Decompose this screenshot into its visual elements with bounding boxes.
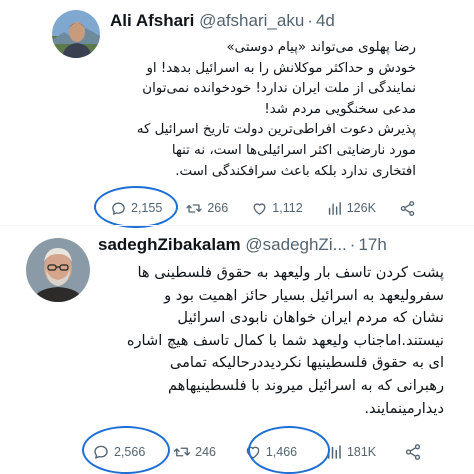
tweet-text-line: خودش و حداکثر موکلانش را به اسرائیل بدهد… — [146, 60, 416, 76]
tweet-text: پشت کردن تاسف بار ولیعهد به حقوق فلسطینی… — [100, 262, 444, 420]
tweet-text-line: مورد نارضایتی اکثر اسرائیلی‌ها است، نه ت… — [171, 142, 416, 158]
retweet-button[interactable]: 266 — [185, 200, 251, 217]
tweet-header: Ali Afshari @afshari_aku · 4d — [110, 10, 335, 32]
tweet-header: sadeghZibakalam @sadeghZi... · 17h — [98, 234, 387, 256]
tweet-text-line: رهبرانی که به اسرائیل میروند با فلسطینیه… — [167, 376, 444, 394]
retweet-icon — [185, 200, 203, 217]
separator: · — [307, 11, 313, 30]
author-handle[interactable]: @sadeghZi... — [245, 235, 346, 254]
like-count: 1,112 — [272, 201, 303, 215]
share-button[interactable] — [404, 443, 422, 461]
views-icon — [326, 200, 343, 217]
tweet-text-line: افتخاری ندارد بلکه باعث سرافکندگی است. — [175, 163, 416, 179]
tweet-text-line: ای به حقوق فلسطینیها نکردیددرحالیکه تمام… — [169, 354, 444, 372]
avatar[interactable] — [52, 10, 100, 58]
views-count: 126K — [346, 201, 376, 215]
like-count: 1,466 — [265, 445, 298, 459]
action-bar: 2,566 246 1,466 181K — [92, 440, 422, 464]
action-bar: 2,155 266 1,112 126K — [110, 196, 416, 220]
tweet[interactable]: sadeghZibakalam @sadeghZi... · 17h پشت کرد… — [0, 226, 474, 474]
reply-button[interactable]: 2,155 — [110, 200, 185, 217]
tweet-text-line: دیدارمینمایند. — [364, 399, 444, 417]
reply-count: 2,155 — [131, 201, 163, 215]
views-count: 181K — [346, 445, 377, 459]
tweet-text-line: نمایندگی از ملت ایران ندارد! خودخوانده ن… — [142, 81, 416, 97]
like-button[interactable]: 1,112 — [251, 200, 325, 217]
tweet-text-line: پذیرش دعوت افراطی‌ترین دولت تاریخ اسرائی… — [136, 122, 416, 138]
timestamp[interactable]: 4d — [316, 11, 335, 30]
heart-icon — [251, 200, 268, 217]
tweet-text-line: رضا پهلوی می‌تواند «پیام دوستی» — [226, 40, 416, 55]
author-name[interactable]: sadeghZibakalam — [98, 235, 241, 254]
share-icon — [404, 443, 422, 461]
separator: · — [349, 235, 356, 254]
retweet-button[interactable]: 246 — [173, 443, 244, 461]
reply-icon — [110, 200, 127, 217]
views-button[interactable]: 181K — [325, 443, 404, 461]
reply-count: 2,566 — [114, 445, 146, 459]
like-button[interactable]: 1,466 — [244, 443, 325, 461]
views-icon — [325, 443, 343, 461]
views-button[interactable]: 126K — [326, 200, 399, 217]
tweet-text-line: پشت کردن تاسف بار ولیعهد به حقوق فلسطینی… — [137, 264, 444, 281]
retweet-count: 266 — [207, 201, 229, 215]
timestamp[interactable]: 17h — [358, 235, 386, 254]
reply-button[interactable]: 2,566 — [92, 443, 173, 461]
retweet-icon — [173, 443, 191, 461]
author-handle[interactable]: @afshari_aku — [199, 11, 304, 30]
share-icon — [399, 200, 416, 217]
reply-icon — [92, 443, 110, 461]
retweet-count: 246 — [195, 445, 216, 459]
share-button[interactable] — [399, 200, 416, 217]
avatar[interactable] — [26, 238, 90, 302]
heart-icon — [244, 443, 262, 461]
tweet-text-line: نشان که مردم ایران خواهان نابودی اسرائیل — [177, 309, 444, 327]
tweet-text-line: مدعی سخنگویی مردم شد! — [264, 101, 416, 117]
tweet-text-line: سفرولیعهد به اسرائیل بسیار حائز اهمیت بو… — [164, 286, 444, 304]
author-name[interactable]: Ali Afshari — [110, 11, 194, 30]
tweet[interactable]: Ali Afshari @afshari_aku · 4d رضا پهلوی می… — [0, 0, 474, 228]
tweet-text-line: نیستند.اماجناب ولیعهد شما با کمال تاسف ه… — [126, 331, 444, 349]
tweet-text: رضا پهلوی می‌تواند «پیام دوستی» خودش و ح… — [110, 38, 416, 182]
